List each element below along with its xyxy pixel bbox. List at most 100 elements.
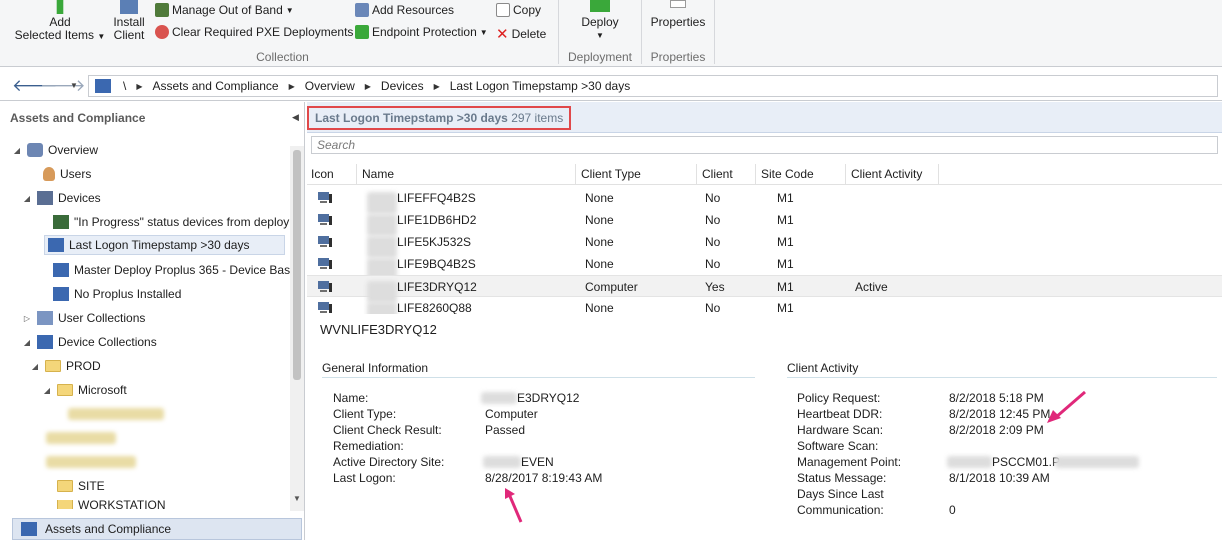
cell-client: Yes (705, 280, 725, 294)
tree-item-redacted[interactable] (46, 428, 116, 448)
navigation-pane: Assets and Compliance ◀ ◢ Overview Users… (0, 102, 305, 540)
nav-scrollbar[interactable] (290, 146, 304, 511)
tree-item-label: "In Progress" status devices from deploy… (74, 215, 292, 229)
device-collections-icon (37, 335, 53, 349)
table-row[interactable]: LIFE8260Q88 None No M1 (307, 297, 1222, 314)
table-row[interactable]: LIFEFFQ4B2S None No M1 (307, 187, 1222, 214)
breadcrumb-item[interactable]: Last Logon Timepstamp >30 days (444, 79, 636, 93)
tree-item-label: Master Deploy Proplus 365 - Device Base (74, 263, 297, 277)
tree-item-label: Last Logon Timepstamp >30 days (69, 238, 250, 252)
collapse-pane-icon[interactable]: ◀ (292, 112, 299, 123)
install-client-button[interactable]: Install Client (108, 0, 150, 48)
breadcrumb-separator-icon[interactable]: ▶ (285, 82, 299, 91)
breadcrumb-separator-icon[interactable]: ▶ (361, 82, 375, 91)
delete-button[interactable]: ✕ Delete (496, 25, 546, 43)
tree-item-collection[interactable]: "In Progress" status devices from deploy… (38, 212, 292, 232)
add-resources-label: Add Resources (372, 3, 455, 17)
tree-item-folder-site[interactable]: SITE (42, 476, 105, 496)
tree-item-folder-workstation[interactable]: WORKSTATION (42, 500, 166, 509)
breadcrumb-item[interactable]: Overview (299, 79, 361, 93)
breadcrumb-separator-icon[interactable]: ▶ (430, 82, 444, 91)
search-input[interactable]: Search (311, 136, 1218, 154)
collection-title: Last Logon Timepstamp >30 days (315, 111, 508, 125)
expanded-arrow-icon[interactable]: ◢ (22, 194, 32, 203)
history-dropdown-icon[interactable]: ▼ (64, 76, 84, 96)
clear-pxe-button[interactable]: Clear Required PXE Deployments (155, 25, 353, 39)
redacted-item (68, 408, 164, 420)
table-row[interactable]: LIFE5KJ532S None No M1 (307, 231, 1222, 258)
expanded-arrow-icon[interactable]: ◢ (30, 362, 40, 371)
manage-out-of-band-button[interactable]: Manage Out of Band ▼ (155, 3, 294, 17)
detail-value-name: E3DRYQ12 (517, 391, 580, 405)
deploy-button[interactable]: Deploy ▼ (570, 0, 630, 48)
collection-icon (53, 287, 69, 301)
table-row[interactable]: LIFE1DB6HD2 None No M1 (307, 209, 1222, 236)
properties-button[interactable]: Properties (645, 0, 711, 48)
column-header-icon[interactable]: Icon (307, 164, 357, 185)
pxe-icon (155, 25, 169, 39)
back-arrow-icon[interactable]: 🡐 (12, 76, 58, 96)
redacted-item (46, 456, 136, 468)
dropdown-arrow-icon: ▼ (285, 5, 294, 15)
breadcrumb-separator-icon[interactable]: ▶ (132, 82, 146, 91)
grid-header: Icon Name Client Type Client Site Code C… (307, 164, 1222, 185)
table-row[interactable]: LIFE9BQ4B2S None No M1 (307, 253, 1222, 280)
add-resources-button[interactable]: Add Resources (355, 3, 454, 17)
computer-icon (317, 213, 333, 226)
computer-icon (317, 235, 333, 248)
column-header-name[interactable]: Name (358, 164, 576, 185)
add-selected-items-button[interactable]: Add Selected Items ▼ (14, 0, 106, 48)
collection-icon (53, 215, 69, 229)
tree-item-redacted[interactable] (68, 404, 164, 424)
tree-item-devices[interactable]: ◢ Devices (22, 188, 101, 208)
column-header-client-type[interactable]: Client Type (577, 164, 697, 185)
tree-item-user-collections[interactable]: ▷ User Collections (22, 308, 145, 328)
scrollbar-thumb[interactable] (293, 150, 301, 380)
column-header-client[interactable]: Client (698, 164, 756, 185)
tree-item-device-collections[interactable]: ◢ Device Collections (22, 332, 157, 352)
detail-value-last-logon: 8/28/2017 8:19:43 AM (485, 471, 603, 485)
cell-name: LIFEFFQ4B2S (397, 191, 476, 205)
tree-item-users[interactable]: Users (28, 164, 91, 184)
tree-item-folder-microsoft[interactable]: ◢ Microsoft (42, 380, 127, 400)
cell-name: LIFE3DRYQ12 (397, 280, 477, 294)
breadcrumb-item[interactable]: Devices (375, 79, 430, 93)
expanded-arrow-icon[interactable]: ◢ (42, 386, 52, 395)
delete-icon: ✕ (496, 26, 509, 43)
cell-client-type: Computer (585, 280, 638, 294)
tree-item-collection[interactable]: Master Deploy Proplus 365 - Device Base (38, 260, 297, 280)
annotation-arrow-icon (505, 488, 523, 523)
properties-group-label: Properties (650, 50, 706, 64)
expanded-arrow-icon[interactable]: ◢ (12, 146, 22, 155)
collapsed-arrow-icon[interactable]: ▷ (22, 314, 32, 323)
cell-site-code: M1 (777, 301, 794, 314)
copy-button[interactable]: Copy (496, 3, 541, 17)
detail-value: Computer (485, 407, 538, 421)
tree-item-folder-prod[interactable]: ◢ PROD (30, 356, 101, 376)
manage-out-of-band-label: Manage Out of Band (172, 3, 283, 17)
tree-item-collection-selected[interactable]: Last Logon Timepstamp >30 days (44, 235, 285, 255)
breadcrumb-item[interactable]: Assets and Compliance (147, 79, 285, 93)
column-header-client-activity[interactable]: Client Activity (847, 164, 939, 185)
copy-icon (496, 3, 510, 17)
tree-item-collection[interactable]: No Proplus Installed (38, 284, 181, 304)
tree-item-redacted[interactable] (46, 452, 136, 472)
column-header-site-code[interactable]: Site Code (757, 164, 846, 185)
tree-item-overview[interactable]: ◢ Overview (12, 140, 98, 160)
forward-arrow-icon[interactable]: 🡒 (40, 76, 86, 96)
table-row-selected[interactable]: LIFE3DRYQ12 Computer Yes M1 Active (307, 275, 1222, 303)
scroll-down-icon[interactable]: ▼ (293, 494, 301, 503)
workspace-button-assets[interactable]: Assets and Compliance (12, 518, 302, 540)
cell-site-code: M1 (777, 191, 794, 205)
section-divider (322, 377, 755, 378)
console-icon (95, 79, 111, 93)
cell-name: LIFE9BQ4B2S (397, 257, 476, 271)
cell-name: LIFE8260Q88 (397, 301, 472, 314)
expanded-arrow-icon[interactable]: ◢ (22, 338, 32, 347)
activity-label: Hardware Scan: (797, 423, 884, 437)
breadcrumb-root[interactable]: \ (117, 79, 132, 93)
assets-icon (21, 522, 37, 536)
folder-icon (57, 384, 73, 396)
detail-label: Name: (333, 391, 369, 405)
endpoint-protection-button[interactable]: Endpoint Protection ▼ (355, 25, 488, 39)
